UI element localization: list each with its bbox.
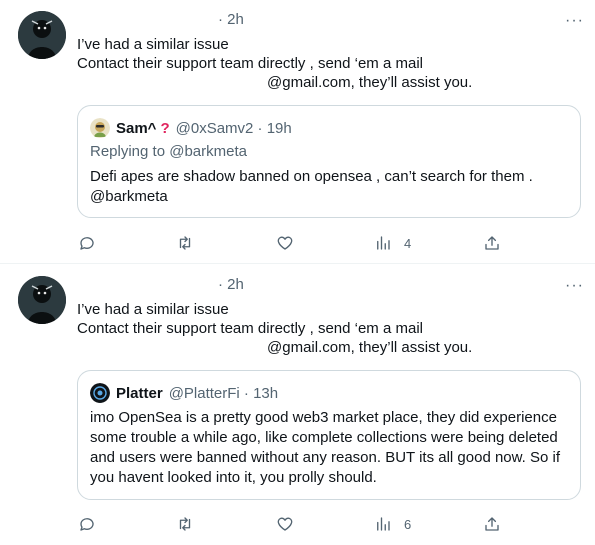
quoted-tweet[interactable]: Platter @PlatterFi · 13h imo OpenSea is … bbox=[77, 370, 581, 500]
like-button[interactable] bbox=[276, 232, 294, 254]
quoted-handle[interactable]: @0xSamv2 · 19h bbox=[176, 120, 292, 137]
tweet-actions: 4 bbox=[0, 232, 595, 256]
quoted-display-name[interactable]: Sam^ bbox=[116, 120, 156, 137]
reply-button[interactable] bbox=[78, 232, 96, 254]
tweet-text: I’ve had a similar issue Contact their s… bbox=[77, 35, 472, 92]
tweet-text-line: I’ve had a similar issue bbox=[77, 301, 229, 318]
reply-icon bbox=[80, 237, 94, 250]
question-mark-icon: ? bbox=[160, 119, 170, 137]
replying-to[interactable]: Replying to @barkmeta bbox=[90, 143, 247, 160]
tweet-text: I’ve had a similar issue Contact their s… bbox=[77, 300, 472, 357]
views-count: 4 bbox=[404, 235, 412, 251]
more-options-icon[interactable]: ··· bbox=[565, 277, 584, 295]
like-button[interactable] bbox=[276, 513, 294, 535]
share-icon bbox=[485, 236, 499, 250]
reply-icon bbox=[80, 518, 94, 531]
views-icon bbox=[377, 517, 390, 531]
retweet-button[interactable] bbox=[176, 513, 194, 535]
tweet-text-line: Contact their support team directly , se… bbox=[77, 55, 423, 72]
retweet-icon bbox=[179, 517, 191, 531]
quoted-tweet[interactable]: Sam^ ? @0xSamv2 · 19h Replying to @barkm… bbox=[77, 105, 581, 218]
quoted-tweet-header: Sam^ ? @0xSamv2 · 19h bbox=[90, 118, 292, 138]
avatar[interactable] bbox=[18, 276, 66, 324]
tweet-timestamp[interactable]: · 2h bbox=[218, 11, 244, 28]
retweet-button[interactable] bbox=[176, 232, 194, 254]
views-count: 6 bbox=[404, 516, 412, 532]
quoted-avatar[interactable] bbox=[90, 118, 110, 138]
tweet-actions: 6 bbox=[0, 513, 595, 537]
heart-icon bbox=[277, 517, 293, 531]
views-button[interactable]: 6 bbox=[374, 513, 411, 535]
share-button[interactable] bbox=[483, 232, 501, 254]
views-icon bbox=[377, 236, 390, 250]
tweet-text-line: I’ve had a similar issue bbox=[77, 36, 229, 53]
heart-icon bbox=[277, 236, 293, 250]
share-icon bbox=[485, 517, 499, 531]
quoted-tweet-header: Platter @PlatterFi · 13h bbox=[90, 383, 278, 403]
avatar[interactable] bbox=[18, 11, 66, 59]
quoted-avatar[interactable] bbox=[90, 383, 110, 403]
share-button[interactable] bbox=[483, 513, 501, 535]
reply-button[interactable] bbox=[78, 513, 96, 535]
more-options-icon[interactable]: ··· bbox=[565, 12, 584, 30]
tweet[interactable]: · 2h ··· I’ve had a similar issue Contac… bbox=[0, 0, 595, 263]
tweet-timestamp[interactable]: · 2h bbox=[218, 276, 244, 293]
views-button[interactable]: 4 bbox=[374, 232, 411, 254]
tweet-text-line: @gmail.com, they’ll assist you. bbox=[267, 339, 473, 356]
quoted-tweet-text: imo OpenSea is a pretty good web3 market… bbox=[90, 409, 561, 486]
quoted-tweet-text: Defi apes are shadow banned on opensea ,… bbox=[90, 168, 533, 205]
tweet-text-line: Contact their support team directly , se… bbox=[77, 320, 423, 337]
retweet-icon bbox=[179, 236, 191, 250]
quoted-handle[interactable]: @PlatterFi · 13h bbox=[169, 385, 278, 402]
tweet[interactable]: · 2h ··· I’ve had a similar issue Contac… bbox=[0, 264, 595, 545]
tweet-text-line: @gmail.com, they’ll assist you. bbox=[267, 74, 473, 91]
quoted-display-name[interactable]: Platter bbox=[116, 385, 163, 402]
